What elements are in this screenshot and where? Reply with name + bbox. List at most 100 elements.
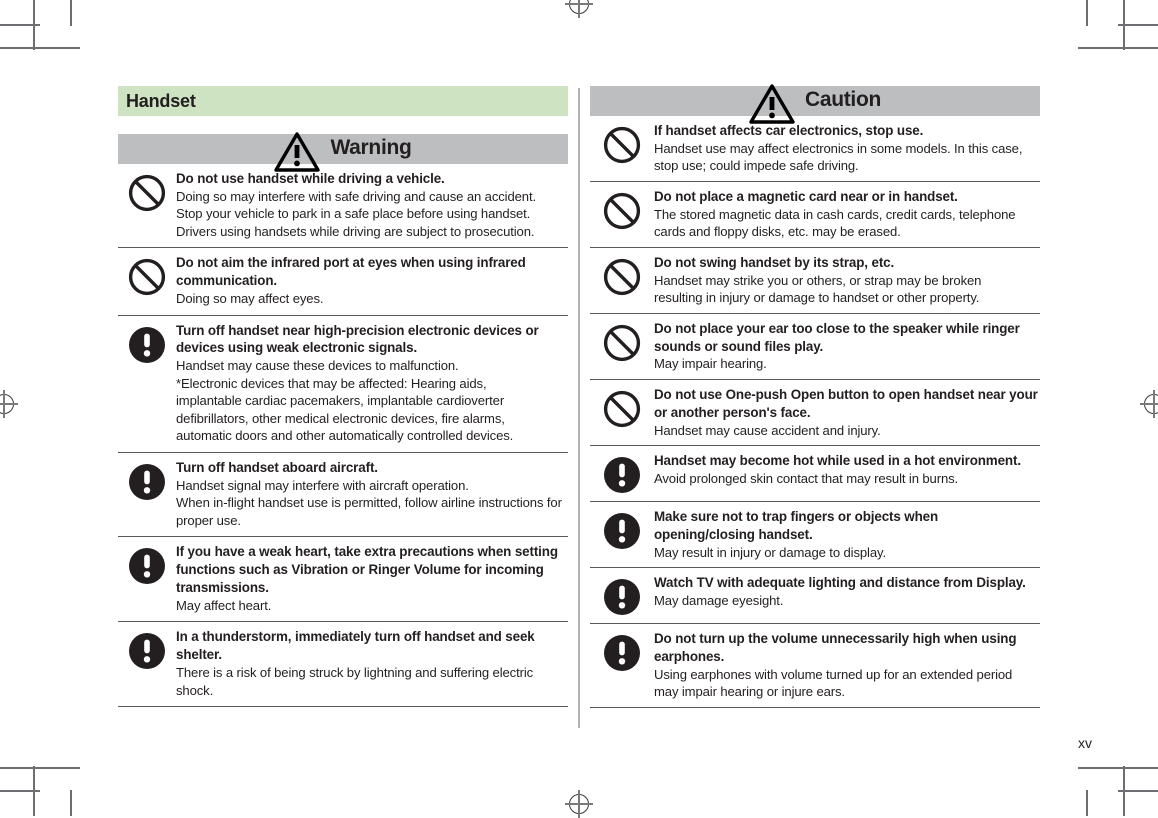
section-title: Handset [126,90,196,111]
safety-item-row: Handset may become hot while used in a h… [590,446,1040,503]
safety-item-heading: Do not place your ear too close to the s… [654,320,1020,354]
safety-item-body-line: Handset signal may interfere with aircra… [176,477,469,493]
safety-item-text: Do not use One-push Open button to open … [654,386,1040,439]
safety-item-body-line: defibrillators, other medical electronic… [176,410,505,426]
safety-item-icon-cell [590,386,654,429]
safety-item-body-line: May affect heart. [176,597,272,613]
safety-item-icon-cell [118,628,176,671]
safety-item-body-line: Using earphones with volume turned up fo… [654,666,1013,682]
safety-item-body-line: May result in injury or damage to displa… [654,544,886,560]
safety-item-icon-cell [590,452,654,495]
safety-item-text: Do not swing handset by its strap, etc. H… [654,254,1040,307]
warning-item-list: Do not use handset while driving a vehic… [118,164,568,708]
safety-item-body-line: Avoid prolonged skin contact that may re… [654,470,959,486]
safety-item-heading: Handset may become hot while used in a h… [654,453,1021,469]
mandatory-exclamation-icon [604,635,640,672]
safety-item-text: Do not place your ear too close to the s… [654,320,1040,373]
safety-item-body-line: Drivers using handsets while driving are… [176,223,535,239]
registration-mark-right [1140,390,1158,418]
safety-item-row: Do not use handset while driving a vehic… [118,164,568,249]
safety-item-body-line: Handset use may affect electronics in so… [654,140,1023,156]
safety-item-text: If handset affects car electronics, stop… [654,122,1040,175]
safety-item-heading: In a thunderstorm, immediately turn off … [176,629,535,663]
registration-mark-top [565,0,593,18]
safety-item-row: Watch TV with adequate lighting and dist… [590,568,1040,625]
safety-item-row: If you have a weak heart, take extra pre… [118,537,568,623]
safety-item-icon-cell [118,543,176,586]
safety-item-row: Turn off handset near high-precision ele… [118,316,568,453]
safety-item-body-line: May damage eyesight. [654,593,784,609]
mandatory-exclamation-icon [129,463,165,500]
safety-item-icon-cell [590,574,654,617]
safety-item-icon-cell [590,254,654,297]
section-header-handset: Handset [118,86,568,116]
safety-item-icon-cell [118,459,176,502]
safety-item-body-line: Handset may cause these devices to malfu… [176,358,459,374]
safety-item-heading: If you have a weak heart, take extra pre… [176,544,558,595]
safety-item-row: In a thunderstorm, immediately turn off … [118,622,568,708]
prohibition-icon [603,192,641,229]
warning-triangle-icon [749,84,795,124]
manual-page: Handset Warning Do not use handset while… [0,0,1158,818]
prohibition-icon [128,259,166,296]
page-number: xv [1078,735,1092,751]
safety-item-heading: Do not aim the infrared port at eyes whe… [176,255,526,289]
safety-item-row: Do not place your ear too close to the s… [590,314,1040,380]
safety-item-body-line: The stored magnetic data in cash cards, … [654,206,1016,222]
safety-item-body-line: Handset may cause accident and injury. [654,422,881,438]
caution-band-label: Caution [804,88,882,111]
safety-item-body-line: Doing so may affect eyes. [176,291,324,307]
safety-item-body-line: resulting in injury or damage to handset… [654,290,980,306]
safety-item-icon-cell [118,170,176,213]
safety-item-heading: Make sure not to trap fingers or objects… [654,509,939,542]
safety-item-text: Do not use handset while driving a vehic… [176,170,568,240]
safety-item-heading: Do not place a magnetic card near or in … [654,188,958,204]
safety-item-body-line: implantable cardiac pacemakers, implanta… [176,393,505,409]
column-separator [578,88,580,728]
caution-item-list: If handset affects car electronics, stop… [590,116,1040,708]
safety-item-text: Watch TV with adequate lighting and dist… [654,574,1040,609]
safety-item-row: Turn off handset aboard aircraft. Handset… [118,453,568,538]
registration-mark-left [0,390,18,418]
safety-item-row: Do not use One-push Open button to open … [590,380,1040,447]
safety-item-icon-cell [118,322,176,365]
prohibition-icon [603,324,641,361]
safety-item-text: Do not turn up the volume unnecessarily … [654,630,1040,701]
safety-item-heading: If handset affects car electronics, stop… [654,123,924,138]
safety-item-heading: Do not turn up the volume unnecessarily … [654,631,1017,665]
safety-item-heading: Do not swing handset by its strap, etc. [654,254,895,270]
mandatory-exclamation-icon [604,579,640,616]
safety-item-text: Do not place a magnetic card near or in … [654,188,1040,241]
left-column: Handset Warning Do not use handset while… [118,86,568,708]
safety-item-icon-cell [590,320,654,363]
safety-item-body-line: Stop your vehicle to park in a safe plac… [176,206,531,222]
safety-item-body-line: *Electronic devices that may be affected… [176,375,487,391]
safety-item-row: If handset affects car electronics, stop… [590,116,1040,182]
safety-item-icon-cell [118,254,176,297]
prohibition-icon [128,174,166,212]
safety-item-row: Do not turn up the volume unnecessarily … [590,624,1040,708]
warning-band-label: Warning [330,136,412,159]
safety-item-body-line: May impair hearing. [654,356,767,372]
safety-item-heading: Turn off handset aboard aircraft. [176,459,378,475]
safety-item-text: If you have a weak heart, take extra pre… [176,543,568,614]
warning-triangle-icon [274,132,321,172]
safety-item-row: Do not place a magnetic card near or in … [590,182,1040,248]
safety-item-text: Do not aim the infrared port at eyes whe… [176,254,568,307]
mandatory-exclamation-icon [604,513,640,550]
right-column: Caution If handset affects car electroni… [590,84,1040,708]
mandatory-exclamation-icon [129,548,165,585]
safety-item-text: Turn off handset aboard aircraft. Handset… [176,459,568,529]
safety-item-body-line: When in-flight handset use is permitted,… [176,495,562,528]
safety-item-text: Turn off handset near high-precision ele… [176,322,568,445]
mandatory-exclamation-icon [604,457,640,494]
safety-item-heading: Watch TV with adequate lighting and dist… [654,575,1026,591]
registration-mark-bottom [565,790,593,818]
safety-item-text: Handset may become hot while used in a h… [654,452,1040,487]
safety-item-row: Do not aim the infrared port at eyes whe… [118,248,568,316]
safety-item-row: Make sure not to trap fingers or objects… [590,502,1040,569]
safety-item-body-line: stop use; could impede safe driving. [654,158,859,174]
safety-item-body-line: cards and floppy disks, etc. may be eras… [654,224,901,240]
safety-item-text: In a thunderstorm, immediately turn off … [176,628,568,699]
safety-item-heading: Do not use One-push Open button to open … [654,386,1038,420]
